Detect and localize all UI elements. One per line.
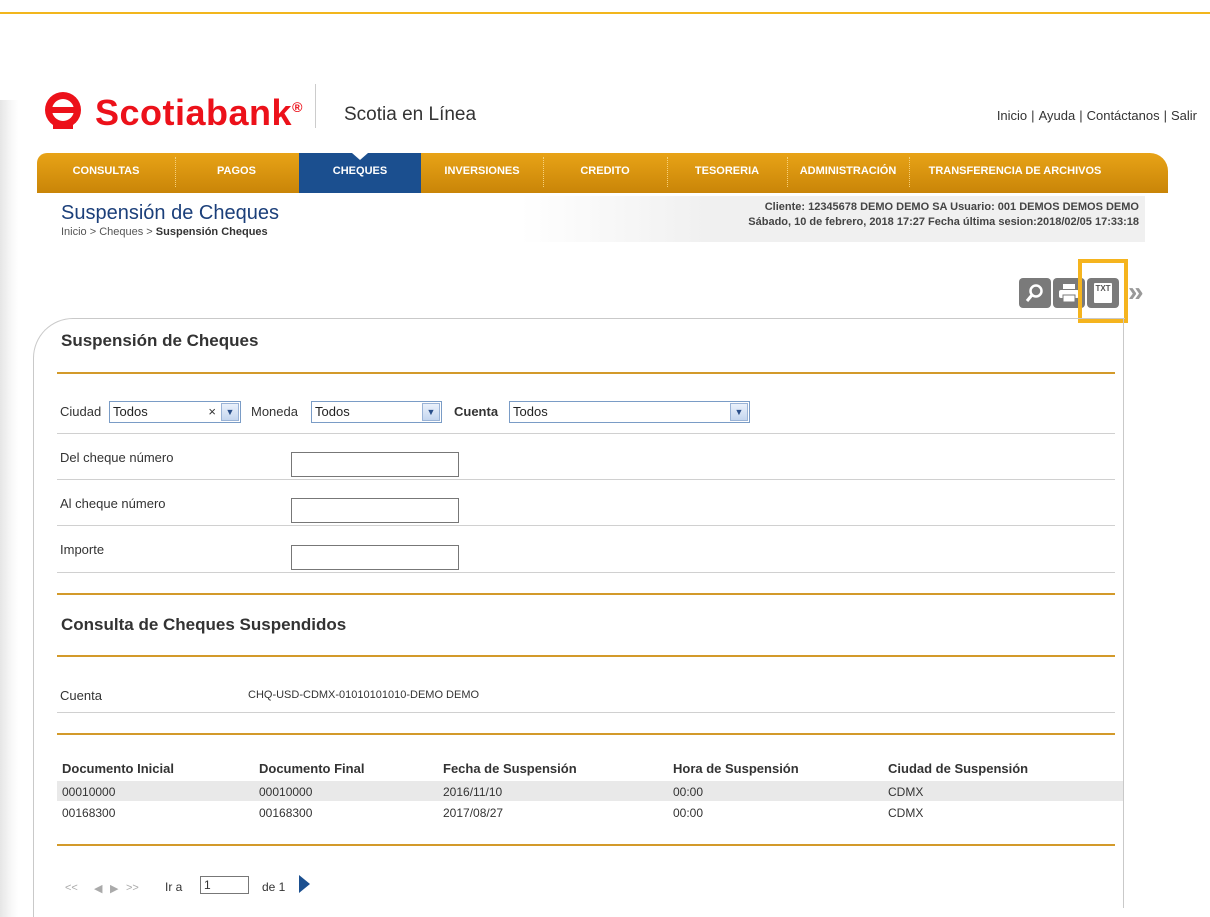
nav-tesoreria[interactable]: TESORERIA — [667, 153, 787, 193]
importe-input[interactable] — [291, 545, 459, 570]
print-icon — [1059, 284, 1079, 303]
top-links: Inicio | Ayuda | Contáctanos | Salir — [996, 108, 1197, 123]
header-divider — [315, 84, 316, 128]
session-client-user: Cliente: 12345678 DEMO DEMO SA Usuario: … — [764, 201, 1139, 213]
nav-pagos[interactable]: PAGOS — [175, 153, 298, 193]
row-divider — [57, 433, 1115, 434]
nav-credito[interactable]: CREDITO — [543, 153, 667, 193]
ciudad-label: Ciudad — [60, 404, 102, 419]
search-button[interactable] — [1019, 278, 1051, 308]
cell-hora: 00:00 — [673, 806, 704, 820]
form-section-title: Suspensión de Cheques — [61, 331, 259, 350]
cuenta-label: Cuenta — [454, 404, 499, 419]
brand-name: Scotiabank® — [95, 92, 303, 133]
cuenta-value: Todos — [513, 404, 548, 419]
chevron-down-icon[interactable]: ▼ — [730, 403, 748, 421]
del-cheque-input[interactable] — [291, 452, 459, 477]
breadcrumb: Inicio > Cheques > Suspensión Cheques — [61, 226, 268, 238]
results-cuenta-label: Cuenta — [60, 688, 102, 703]
cuenta-select[interactable]: Todos ▼ — [509, 401, 750, 423]
moneda-value: Todos — [315, 404, 350, 419]
col-documento-final[interactable]: Documento Final — [259, 761, 364, 776]
main-nav: CONSULTAS PAGOS CHEQUES INVERSIONES CRED… — [37, 153, 1168, 193]
session-date: Sábado, 10 de febrero, 2018 17:27 Fecha … — [748, 216, 1139, 228]
nav-transferencia-archivos[interactable]: TRANSFERENCIA DE ARCHIVOS — [909, 153, 1121, 193]
first-page-icon[interactable]: << — [65, 882, 78, 894]
link-inicio[interactable]: Inicio — [997, 108, 1027, 123]
cell-ciudad: CDMX — [888, 785, 924, 799]
row-divider — [57, 525, 1115, 526]
scotiabank-logo-icon — [45, 92, 81, 129]
del-cheque-label: Del cheque número — [60, 450, 174, 465]
link-contactanos[interactable]: Contáctanos — [1087, 108, 1160, 123]
section-divider — [57, 593, 1115, 595]
section-divider — [57, 372, 1115, 374]
chevron-down-icon[interactable]: ▼ — [221, 403, 239, 421]
nav-consultas[interactable]: CONSULTAS — [37, 153, 175, 193]
chevron-down-icon[interactable]: ▼ — [422, 403, 440, 421]
al-cheque-input[interactable] — [291, 498, 459, 523]
next-page-icon[interactable]: ▶ — [110, 882, 118, 895]
page-number-input[interactable]: 1 — [200, 876, 249, 894]
clear-icon[interactable]: × — [208, 402, 216, 422]
moneda-label: Moneda — [251, 404, 298, 419]
cell-ciudad: CDMX — [888, 806, 924, 820]
cell-doc-final: 00010000 — [259, 785, 313, 799]
results-cuenta-value: CHQ-USD-CDMX-01010101010-DEMO DEMO — [248, 689, 480, 701]
left-shadow — [0, 100, 18, 917]
breadcrumb-current: Suspensión Cheques — [155, 226, 268, 238]
goto-label: Ir a — [165, 880, 183, 894]
link-salir[interactable]: Salir — [1171, 108, 1197, 123]
search-icon — [1025, 284, 1043, 302]
link-ayuda[interactable]: Ayuda — [1039, 108, 1076, 123]
go-page-icon[interactable] — [299, 875, 310, 893]
section-divider — [57, 655, 1115, 657]
cell-hora: 00:00 — [673, 785, 704, 799]
prev-page-icon[interactable]: ◀ — [94, 882, 102, 895]
page-total-label: de 1 — [262, 880, 286, 894]
cell-doc-final: 00168300 — [259, 806, 313, 820]
moneda-select[interactable]: Todos ▼ — [311, 401, 442, 423]
col-fecha-suspension[interactable]: Fecha de Suspensión — [443, 761, 577, 776]
cell-fecha: 2016/11/10 — [443, 785, 503, 799]
cell-fecha: 2017/08/27 — [443, 806, 504, 820]
ciudad-value: Todos — [113, 404, 148, 419]
al-cheque-label: Al cheque número — [60, 496, 166, 511]
more-chevron-icon[interactable]: » — [1128, 276, 1143, 308]
panel-border — [1123, 318, 1124, 908]
cell-doc-inicial: 00168300 — [62, 806, 116, 820]
last-page-icon[interactable]: >> — [126, 882, 139, 894]
nav-administracion[interactable]: ADMINISTRACIÓN — [787, 153, 909, 193]
row-divider — [57, 572, 1115, 573]
top-rule — [0, 12, 1210, 14]
row-divider — [57, 479, 1115, 480]
col-hora-suspension[interactable]: Hora de Suspensión — [673, 761, 799, 776]
section-divider — [57, 844, 1115, 846]
page-title: Suspensión de Cheques — [61, 202, 279, 224]
importe-label: Importe — [60, 542, 105, 557]
scotiabank-logo[interactable]: Scotiabank® — [43, 87, 303, 133]
nav-inversiones[interactable]: INVERSIONES — [421, 153, 543, 193]
row-divider — [57, 712, 1115, 713]
export-highlight — [1078, 259, 1128, 323]
cell-doc-inicial: 00010000 — [62, 785, 116, 799]
app-name: Scotia en Línea — [344, 104, 477, 125]
session-info: Cliente: 12345678 DEMO DEMO SA Usuario: … — [520, 196, 1145, 242]
table-row[interactable] — [57, 781, 1123, 801]
nav-cheques[interactable]: CHEQUES — [299, 153, 421, 193]
section-divider — [57, 733, 1115, 735]
breadcrumb-path[interactable]: Inicio > Cheques > — [61, 226, 156, 238]
col-ciudad-suspension[interactable]: Ciudad de Suspensión — [888, 761, 1028, 776]
results-section-title: Consulta de Cheques Suspendidos — [61, 615, 347, 634]
ciudad-select[interactable]: Todos × ▼ — [109, 401, 241, 423]
col-documento-inicial[interactable]: Documento Inicial — [62, 761, 174, 776]
